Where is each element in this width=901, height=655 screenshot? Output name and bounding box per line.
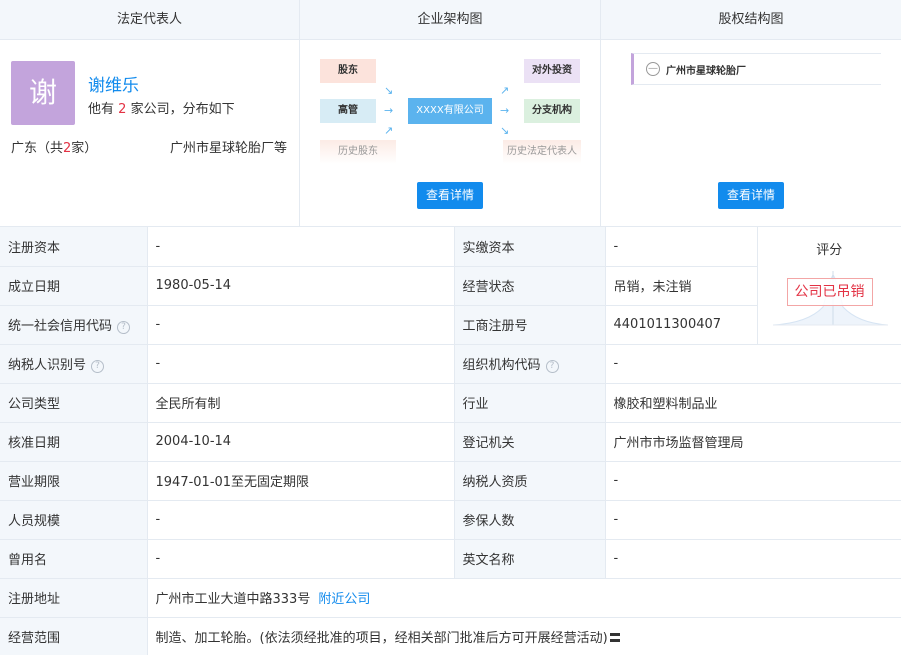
org-chart-panel: 企业架构图 股东 高管 历史股东 XXXX有限公司 对外投资 分支机构 历史法定… — [300, 0, 601, 226]
row-label: 实缴资本 — [453, 227, 606, 267]
table-row: 曾用名 - 英文名称 - — [0, 538, 901, 579]
row-value: 全民所有制 — [146, 382, 455, 423]
row-value: - — [146, 304, 455, 345]
org-node-investments: 对外投资 — [524, 59, 580, 83]
row-value: 吊销，未注销 — [604, 265, 758, 306]
row-value: - — [604, 460, 901, 501]
row-label: 登记机关 — [453, 421, 606, 462]
scope-value-cell: 制造、加工轮胎。(依法须经批准的项目，经相关部门批准后方可开展经营活动) — [146, 616, 901, 655]
arrow-up-right-icon: ↗ — [384, 124, 394, 137]
row-label-with-help: 纳税人识别号? — [0, 343, 148, 384]
row-label: 经营状态 — [453, 265, 606, 306]
row-value: - — [146, 499, 455, 540]
table-row: 注册资本 - 实缴资本 - 评分 公司已吊销 — [0, 227, 901, 345]
legal-rep-avatar[interactable]: 谢 — [11, 61, 75, 125]
address-value-cell: 广州市工业大道中路333号 附近公司 — [146, 577, 901, 618]
row-label: 注册资本 — [0, 227, 148, 267]
region-company-link[interactable]: 广州市星球轮胎厂等 — [170, 137, 287, 156]
org-node-history-legal-rep: 历史法定代表人 — [503, 140, 581, 164]
row-value: - — [604, 538, 901, 579]
arrow-right-icon: → — [500, 104, 510, 117]
row-label: 纳税人资质 — [453, 460, 606, 501]
org-node-branches: 分支机构 — [524, 99, 580, 123]
region-prefix: 广东（共 — [11, 141, 64, 156]
row-label: 统一社会信用代码 — [8, 319, 113, 334]
row-label: 人员规模 — [0, 499, 148, 540]
row-label: 注册地址 — [0, 577, 148, 618]
row-label: 工商注册号 — [453, 304, 606, 345]
row-value: - — [146, 343, 455, 384]
row-label: 英文名称 — [453, 538, 606, 579]
equity-panel: 股权结构图 — 广州市星球轮胎厂 查看详情 — [601, 0, 901, 226]
table-row: 公司类型 全民所有制 行业 橡胶和塑料制品业 — [0, 382, 901, 423]
row-label: 经营范围 — [0, 616, 148, 655]
org-chart-detail-button[interactable]: 查看详情 — [417, 182, 483, 209]
revoked-stamp: 公司已吊销 — [786, 278, 873, 306]
row-label: 组织机构代码 — [462, 358, 541, 373]
row-value: 橡胶和塑料制品业 — [604, 382, 901, 423]
summary-prefix: 他有 — [88, 102, 115, 117]
table-row: 核准日期 2004-10-14 登记机关 广州市市场监督管理局 — [0, 421, 901, 462]
table-row: 营业期限 1947-01-01至无固定期限 纳税人资质 - — [0, 460, 901, 501]
org-chart-diagram: 股东 高管 历史股东 XXXX有限公司 对外投资 分支机构 历史法定代表人 ↘ … — [300, 40, 601, 185]
row-value: - — [146, 538, 455, 579]
equity-detail-button[interactable]: 查看详情 — [718, 182, 784, 209]
help-question-icon[interactable]: ? — [91, 360, 105, 373]
legal-rep-company-summary: 他有 2 家公司，分布如下 — [88, 98, 235, 117]
row-label-with-help: 统一社会信用代码? — [0, 304, 148, 345]
nearby-companies-link[interactable]: 附近公司 — [318, 592, 370, 607]
score-cell: 评分 公司已吊销 — [756, 227, 901, 345]
legal-rep-panel: 法定代表人 谢 谢维乐 他有 2 家公司，分布如下 广东（共2家） 广州市星球轮… — [0, 0, 300, 226]
row-value: - — [604, 227, 758, 267]
row-value: 4401011300407 — [604, 304, 758, 345]
summary-suffix: 家公司，分布如下 — [130, 102, 235, 117]
row-value: - — [146, 227, 455, 267]
table-row: 人员规模 - 参保人数 - — [0, 499, 901, 540]
row-label-with-help: 组织机构代码? — [453, 343, 606, 384]
row-value: 1947-01-01至无固定期限 — [146, 460, 455, 501]
region-suffix: 家） — [71, 141, 98, 156]
arrow-down-right-icon: ↘ — [500, 124, 510, 137]
legal-rep-header: 法定代表人 — [0, 0, 299, 40]
org-chart-header: 企业架构图 — [300, 0, 600, 40]
summary-company-count: 2 — [118, 102, 127, 117]
business-info-table: 注册资本 - 实缴资本 - 评分 公司已吊销 成立日期 1980-05-14 经… — [0, 227, 901, 655]
row-label: 行业 — [453, 382, 606, 423]
overview-panels: 法定代表人 谢 谢维乐 他有 2 家公司，分布如下 广东（共2家） 广州市星球轮… — [0, 0, 901, 227]
table-row: 纳税人识别号? - 组织机构代码? - — [0, 343, 901, 384]
row-value: 2004-10-14 — [146, 421, 455, 462]
row-label: 核准日期 — [0, 421, 148, 462]
equals-icon — [609, 633, 620, 642]
help-question-icon[interactable]: ? — [545, 360, 559, 373]
region-summary[interactable]: 广东（共2家） — [11, 137, 97, 156]
row-label: 公司类型 — [0, 382, 148, 423]
scope-value: 制造、加工轮胎。(依法须经批准的项目，经相关部门批准后方可开展经营活动) — [155, 631, 608, 646]
arrow-up-right-icon: ↗ — [500, 84, 510, 97]
equity-company-name: 广州市星球轮胎厂 — [666, 66, 746, 77]
row-label: 纳税人识别号 — [8, 358, 87, 373]
legal-rep-name-link[interactable]: 谢维乐 — [88, 71, 139, 96]
help-question-icon[interactable]: ? — [117, 321, 131, 334]
row-value: - — [604, 343, 901, 384]
row-value: 1980-05-14 — [146, 265, 455, 306]
row-label: 营业期限 — [0, 460, 148, 501]
arrow-down-right-icon: ↘ — [384, 84, 394, 97]
row-label: 曾用名 — [0, 538, 148, 579]
arrow-right-icon: → — [384, 104, 394, 117]
address-value: 广州市工业大道中路333号 — [155, 592, 311, 607]
table-row-scope: 经营范围 制造、加工轮胎。(依法须经批准的项目，经相关部门批准后方可开展经营活动… — [0, 616, 901, 655]
org-node-executives: 高管 — [320, 99, 376, 123]
org-node-center-company: XXXX有限公司 — [408, 98, 492, 124]
score-title: 评分 — [816, 243, 843, 258]
equity-header: 股权结构图 — [601, 0, 901, 40]
row-label: 成立日期 — [0, 265, 148, 306]
row-value: - — [604, 499, 901, 540]
org-node-shareholders: 股东 — [320, 59, 376, 83]
equity-tree-node[interactable]: — 广州市星球轮胎厂 — [631, 53, 881, 85]
collapse-minus-icon[interactable]: — — [646, 62, 660, 76]
row-value: 广州市市场监督管理局 — [604, 421, 901, 462]
row-label: 参保人数 — [453, 499, 606, 540]
org-node-history-shareholders: 历史股东 — [320, 140, 396, 164]
table-row-address: 注册地址 广州市工业大道中路333号 附近公司 — [0, 577, 901, 618]
